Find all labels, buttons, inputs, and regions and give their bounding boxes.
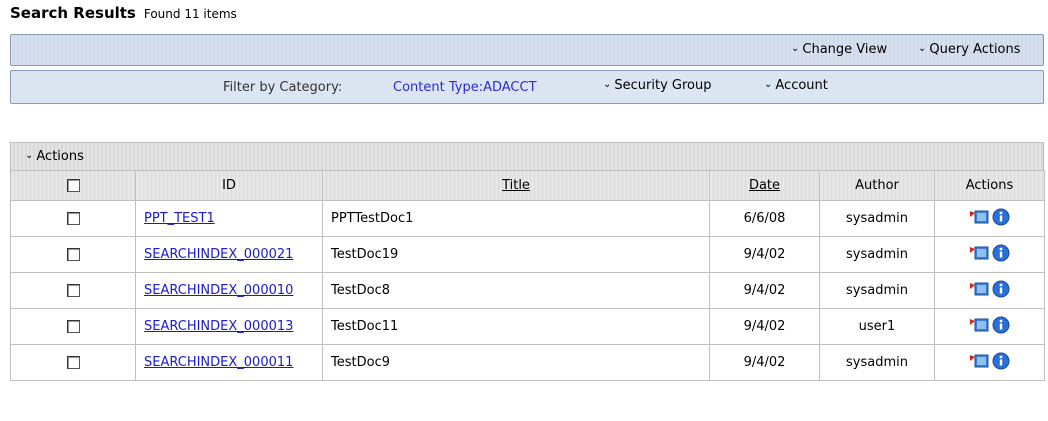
chevron-down-icon: ⌄ — [791, 43, 800, 54]
document-action-icon[interactable] — [969, 317, 989, 333]
actions-menu-label: Actions — [36, 149, 84, 164]
column-header-author: Author — [819, 170, 935, 201]
document-action-icon[interactable] — [969, 353, 989, 369]
id-cell: SEARCHINDEX_000013 — [135, 308, 323, 345]
actions-cell — [934, 308, 1045, 345]
title-cell: TestDoc11 — [322, 308, 710, 345]
actions-cell — [934, 236, 1045, 273]
table-row: SEARCHINDEX_000021 TestDoc19 9/4/02 sysa… — [10, 236, 1045, 273]
row-checkbox[interactable] — [66, 356, 80, 369]
content-id-link[interactable]: SEARCHINDEX_000011 — [144, 355, 293, 370]
info-icon[interactable] — [992, 244, 1010, 262]
content-id-link[interactable]: SEARCHINDEX_000021 — [144, 247, 293, 262]
table-row: SEARCHINDEX_000010 TestDoc8 9/4/02 sysad… — [10, 272, 1045, 309]
info-icon[interactable] — [992, 352, 1010, 370]
date-cell: 9/4/02 — [709, 236, 820, 273]
actions-panel: ⌄ Actions — [10, 142, 1044, 170]
table-row: SEARCHINDEX_000011 TestDoc9 9/4/02 sysad… — [10, 344, 1045, 381]
author-cell: sysadmin — [819, 272, 935, 309]
row-select-cell — [10, 200, 136, 237]
author-cell: sysadmin — [819, 200, 935, 237]
actions-cell — [934, 200, 1045, 237]
security-group-label: Security Group — [614, 78, 712, 93]
title-sort-link[interactable]: Title — [502, 178, 530, 193]
search-results-page: Search Results Found 11 items ⌄ Change V… — [0, 0, 1048, 421]
filter-content-type-link[interactable]: Content Type:ADACCT — [393, 80, 537, 95]
title-cell: PPTTestDoc1 — [322, 200, 710, 237]
id-cell: PPT_TEST1 — [135, 200, 323, 237]
date-sort-link[interactable]: Date — [749, 178, 780, 193]
document-action-icon[interactable] — [969, 245, 989, 261]
content-id-link[interactable]: SEARCHINDEX_000013 — [144, 319, 293, 334]
document-action-icon[interactable] — [969, 209, 989, 225]
chevron-down-icon: ⌄ — [918, 43, 927, 54]
date-cell: 6/6/08 — [709, 200, 820, 237]
filter-label: Filter by Category: — [223, 80, 343, 95]
author-cell: user1 — [819, 308, 935, 345]
row-checkbox[interactable] — [66, 248, 80, 261]
chevron-down-icon: ⌄ — [603, 79, 612, 90]
account-label: Account — [775, 78, 828, 93]
title-cell: TestDoc19 — [322, 236, 710, 273]
column-header-actions: Actions — [934, 170, 1045, 201]
table-row: SEARCHINDEX_000013 TestDoc11 9/4/02 user… — [10, 308, 1045, 345]
id-cell: SEARCHINDEX_000021 — [135, 236, 323, 273]
security-group-menu[interactable]: ⌄ Security Group — [603, 78, 711, 93]
id-cell: SEARCHINDEX_000011 — [135, 344, 323, 381]
query-actions-menu[interactable]: ⌄ Query Actions — [918, 42, 1021, 57]
author-cell: sysadmin — [819, 344, 935, 381]
info-icon[interactable] — [992, 280, 1010, 298]
row-checkbox[interactable] — [66, 284, 80, 297]
title-cell: TestDoc9 — [322, 344, 710, 381]
actions-menu[interactable]: ⌄ Actions — [25, 149, 84, 164]
document-action-icon[interactable] — [969, 281, 989, 297]
query-actions-label: Query Actions — [929, 42, 1021, 57]
date-cell: 9/4/02 — [709, 344, 820, 381]
filter-bar: Filter by Category: Content Type:ADACCT … — [10, 70, 1044, 104]
column-header-title[interactable]: Title — [322, 170, 710, 201]
title-cell: TestDoc8 — [322, 272, 710, 309]
results-table: ID Title Date Author Actions PPT_TEST1 P… — [10, 170, 1045, 381]
row-select-cell — [10, 272, 136, 309]
row-select-cell — [10, 344, 136, 381]
info-icon[interactable] — [992, 316, 1010, 334]
actions-cell — [934, 272, 1045, 309]
row-checkbox[interactable] — [66, 320, 80, 333]
date-cell: 9/4/02 — [709, 308, 820, 345]
results-toolbar: ⌄ Change View ⌄ Query Actions — [10, 34, 1044, 66]
content-id-link[interactable]: PPT_TEST1 — [144, 211, 215, 226]
row-select-cell — [10, 308, 136, 345]
date-cell: 9/4/02 — [709, 272, 820, 309]
column-header-date[interactable]: Date — [709, 170, 820, 201]
column-header-id: ID — [135, 170, 323, 201]
account-menu[interactable]: ⌄ Account — [764, 78, 828, 93]
table-row: PPT_TEST1 PPTTestDoc1 6/6/08 sysadmin — [10, 200, 1045, 237]
chevron-down-icon: ⌄ — [25, 150, 34, 161]
change-view-menu[interactable]: ⌄ Change View — [791, 42, 887, 57]
select-all-header — [10, 170, 136, 201]
info-icon[interactable] — [992, 208, 1010, 226]
results-header: Search Results Found 11 items — [10, 4, 237, 28]
id-cell: SEARCHINDEX_000010 — [135, 272, 323, 309]
author-cell: sysadmin — [819, 236, 935, 273]
row-select-cell — [10, 236, 136, 273]
content-id-link[interactable]: SEARCHINDEX_000010 — [144, 283, 293, 298]
actions-cell — [934, 344, 1045, 381]
table-header-row: ID Title Date Author Actions — [10, 170, 1045, 201]
row-checkbox[interactable] — [66, 212, 80, 225]
results-count: Found 11 items — [143, 7, 237, 21]
chevron-down-icon: ⌄ — [764, 79, 773, 90]
change-view-label: Change View — [802, 42, 888, 57]
select-all-checkbox[interactable] — [66, 179, 80, 192]
page-title: Search Results — [10, 4, 136, 22]
